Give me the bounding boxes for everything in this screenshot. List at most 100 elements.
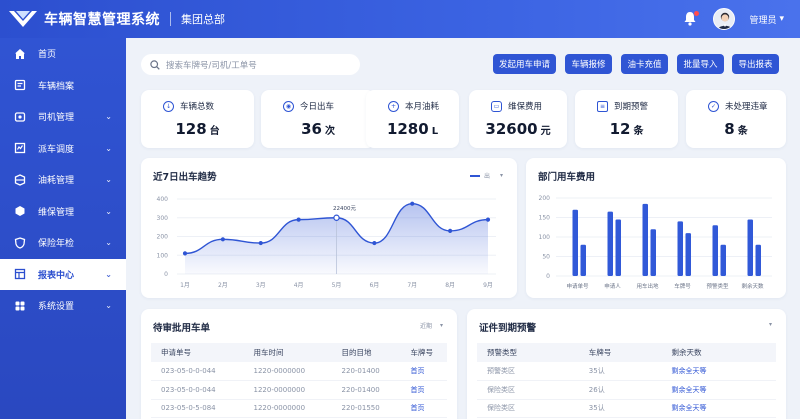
table-cell-link[interactable]: 首页 — [400, 399, 447, 418]
sidebar-item-home[interactable]: 首页 — [0, 38, 126, 70]
stat-unit: 条 — [633, 126, 644, 137]
chevron-down-icon: ⌄ — [105, 143, 112, 153]
settings-icon — [14, 300, 26, 312]
stat-card-expiry-warning[interactable]: ≡ 到期预警 12 条 — [575, 90, 678, 148]
document-icon: ≡ — [597, 100, 608, 112]
chevron-down-icon: ⌄ — [105, 112, 112, 121]
table-row[interactable]: 023-05-0-5-084 1220-0000000 220-01550 首页 — [151, 399, 447, 418]
bar[interactable] — [755, 244, 762, 276]
pending-filter-dropdown[interactable]: 近期 ▾ — [420, 321, 443, 330]
table-cell-link[interactable]: 首页 — [400, 362, 447, 381]
table-cell: 220-01400 — [331, 380, 401, 400]
data-point[interactable] — [333, 214, 340, 221]
sidebar-item-label: 首页 — [38, 50, 57, 61]
table-cell-link[interactable]: 首页 — [400, 380, 447, 400]
cert-expiry-card: 证件到期预警 ▾ 预警类型 车牌号 剩余天数 预警类区 35认 剩余全天等 保险类区 26认… — [467, 309, 786, 419]
sidebar-item-maintenance[interactable]: 维保管理 ⌄ — [0, 196, 126, 228]
data-point[interactable] — [448, 228, 453, 233]
user-menu[interactable]: 管理员 ▾ — [749, 13, 784, 26]
search-icon — [150, 59, 160, 70]
data-point[interactable] — [220, 237, 225, 242]
table-cell-link[interactable]: 剩余全天等 — [661, 362, 776, 381]
chevron-down-icon: ⌄ — [105, 269, 112, 279]
data-point[interactable] — [372, 240, 377, 246]
bar[interactable] — [747, 219, 754, 276]
stat-card-total-vehicles[interactable]: ↓ 车辆总数 128 台 — [141, 90, 254, 148]
x-tick-label: 7月 — [407, 282, 417, 289]
bar[interactable] — [685, 233, 692, 276]
sidebar-item-dispatch[interactable]: 派车调度 ⌄ — [0, 133, 126, 165]
sidebar-item-insurance[interactable]: 保险年检 ⌄ — [0, 227, 126, 259]
stat-card-pending-violations[interactable]: ✓ 未处理违章 8条 — [686, 90, 786, 148]
sidebar-item-label: 报表中心 — [38, 270, 75, 281]
table-cell-link[interactable]: 剩余全天等 — [661, 399, 776, 418]
y-tick-label: 150 — [539, 215, 551, 222]
apply-vehicle-button[interactable]: 发起用车申请 — [493, 54, 556, 74]
bar[interactable] — [650, 229, 657, 276]
notification-bell-icon[interactable] — [683, 11, 700, 27]
stat-card-today-trips[interactable]: ◉ 今日出车 36 次 — [261, 90, 375, 148]
fuel-icon — [14, 174, 26, 186]
table-row[interactable]: 预警类区 35认 剩余全天等 — [477, 362, 776, 381]
chevron-down-icon: ⌄ — [105, 238, 112, 247]
stat-label: 到期预警 — [614, 102, 649, 112]
bar[interactable] — [712, 225, 719, 276]
search-input[interactable]: 搜索车牌号/司机/工单号 — [141, 54, 360, 75]
table-cell: 保险类区 — [477, 399, 579, 418]
chevron-down-icon: ⌄ — [105, 301, 112, 310]
table-cell: 1220-0000000 — [243, 399, 332, 418]
stat-label: 车辆总数 — [180, 102, 215, 112]
avatar[interactable] — [713, 8, 736, 30]
sidebar-item-label: 保险年检 — [38, 239, 75, 250]
export-report-button[interactable]: 导出报表 — [732, 54, 779, 74]
batch-import-button[interactable]: 批量导入 — [677, 54, 724, 74]
data-point[interactable] — [258, 240, 263, 246]
vehicle-repair-button[interactable]: 车辆报修 — [565, 54, 612, 74]
data-point[interactable] — [182, 251, 188, 256]
logo-icon[interactable] — [6, 0, 40, 38]
stat-card-monthly-fuel[interactable]: + 本月油耗 1280 L — [366, 90, 459, 148]
bar[interactable] — [642, 203, 649, 276]
cert-expiry-dropdown[interactable]: ▾ — [769, 321, 772, 328]
table-cell: 023-05-0-0-044 — [151, 362, 244, 381]
table-row[interactable]: 023-05-0-0-044 1220-0000000 220-01400 首页 — [151, 362, 447, 381]
bar[interactable] — [607, 211, 614, 276]
table-row[interactable]: 023-05-0-0-044 1220-0000000 220-01400 首页 — [151, 380, 447, 400]
table-cell: 023-05-0-0-044 — [151, 380, 244, 400]
table-cell: 26认 — [578, 380, 662, 400]
trend-chart-card: 近7日出车趋势 出 ▾ 0 100 200 300 400 22400元 1月 2月 3月 4月 5… — [141, 158, 517, 298]
sidebar-item-driver[interactable]: 司机管理 ⌄ — [0, 101, 126, 133]
sidebar-item-settings[interactable]: 系统设置 ⌄ — [0, 290, 126, 322]
bar[interactable] — [677, 221, 684, 276]
fuel-card-recharge-button[interactable]: 油卡充值 — [621, 54, 668, 74]
bar[interactable] — [615, 219, 622, 276]
notification-dot — [694, 11, 700, 16]
data-point[interactable] — [485, 217, 491, 222]
sidebar-item-vehicle-file[interactable]: 车辆档案 — [0, 70, 126, 102]
table-cell-link[interactable]: 剩余全天等 — [661, 380, 776, 400]
table-cell: 保险类区 — [477, 380, 579, 400]
sidebar-item-label: 维保管理 — [38, 207, 75, 218]
data-point[interactable] — [296, 217, 301, 222]
data-point[interactable] — [410, 201, 415, 206]
sidebar-item-label: 司机管理 — [38, 113, 75, 124]
column-header: 车牌号 — [400, 343, 447, 362]
x-tick-label: 申请人 — [604, 282, 621, 290]
stat-card-maintenance-cost[interactable]: ▭ 维保费用 32600 元 — [469, 90, 567, 148]
chevron-down-icon: ▾ — [779, 14, 784, 24]
pending-filter-label: 近期 — [419, 323, 432, 330]
insurance-icon — [14, 237, 26, 249]
bar[interactable] — [572, 209, 579, 276]
bar[interactable] — [580, 244, 587, 276]
table-cell: 预警类区 — [477, 362, 579, 381]
stat-value: 32600 — [485, 120, 538, 138]
point-annotation: 22400元 — [333, 205, 356, 212]
x-tick-label: 1月 — [180, 282, 190, 289]
sidebar-item-report[interactable]: 报表中心 ⌄ — [0, 258, 126, 290]
sidebar-item-fuel[interactable]: 油耗管理 ⌄ — [0, 164, 126, 196]
table-row[interactable]: 保险类区 35认 剩余全天等 — [477, 399, 776, 418]
bar[interactable] — [720, 244, 727, 276]
x-tick-label: 用车出地 — [636, 282, 659, 290]
table-row[interactable]: 保险类区 26认 剩余全天等 — [477, 380, 776, 400]
pending-approval-card: 待审批用车单 近期 ▾ 申请单号 用车时间 目的目地 车牌号 023-05-0-0-0… — [141, 309, 457, 419]
